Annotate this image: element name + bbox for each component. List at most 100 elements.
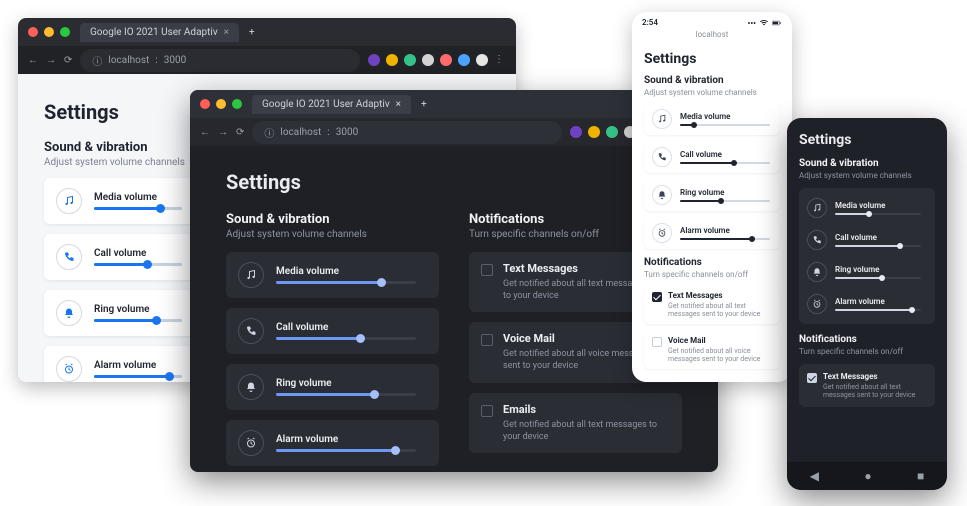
browser-tab[interactable]: Google IO 2021 User Adaptiv × — [80, 23, 239, 42]
notification-row: Emails Get notified about all text messa… — [469, 393, 682, 453]
reload-button[interactable]: ⟳ — [236, 127, 244, 138]
back-button[interactable]: ← — [200, 127, 210, 138]
new-tab-button[interactable]: + — [421, 99, 427, 110]
volume-slider[interactable] — [276, 449, 416, 452]
menu-icon[interactable]: ⋮ — [494, 54, 506, 66]
nav-home-button[interactable]: ● — [864, 469, 871, 483]
volume-slider[interactable] — [94, 263, 182, 266]
section-title-sound: Sound & vibration — [226, 212, 439, 227]
notification-desc: Get notified about all text messages sen… — [668, 302, 772, 318]
music-note-icon — [807, 198, 827, 218]
volume-label: Media volume — [276, 266, 416, 277]
extension-icon[interactable] — [570, 126, 582, 138]
volume-slider[interactable] — [680, 162, 770, 164]
volume-slider[interactable] — [835, 309, 921, 311]
volume-row: Ring volume — [226, 364, 439, 410]
signal-icon: ••• — [747, 19, 756, 28]
volume-label: Call volume — [835, 233, 921, 242]
volume-label: Call volume — [680, 150, 770, 159]
minimize-window-icon[interactable] — [44, 27, 54, 37]
new-tab-button[interactable]: + — [249, 27, 255, 38]
notification-checkbox[interactable] — [807, 373, 817, 383]
url-host: localhost — [108, 55, 149, 66]
notification-checkbox[interactable] — [481, 264, 493, 276]
close-window-icon[interactable] — [200, 99, 210, 109]
close-window-icon[interactable] — [28, 27, 38, 37]
volume-label: Ring volume — [94, 304, 182, 315]
volume-slider[interactable] — [680, 124, 770, 126]
maximize-window-icon[interactable] — [60, 27, 70, 37]
extension-icon[interactable] — [588, 126, 600, 138]
notification-row: Text Messages Get notified about all tex… — [644, 285, 780, 324]
close-tab-icon[interactable]: × — [224, 27, 229, 38]
volume-slider[interactable] — [276, 281, 416, 284]
volume-row: Ring volume — [799, 256, 935, 288]
address-bar[interactable]: ⓘ localhost:3000 — [252, 121, 562, 144]
volume-row: Alarm volume — [799, 288, 935, 320]
extension-icon[interactable] — [404, 54, 416, 66]
volume-slider[interactable] — [94, 375, 182, 378]
volume-row: Call volume — [226, 308, 439, 354]
nav-back-button[interactable]: ◀ — [810, 469, 819, 483]
site-info-icon[interactable]: ⓘ — [264, 125, 274, 140]
volume-slider[interactable] — [94, 207, 182, 210]
window-controls[interactable] — [28, 27, 70, 37]
battery-icon — [772, 18, 782, 28]
bell-icon — [56, 300, 82, 326]
notification-checkbox[interactable] — [481, 334, 493, 346]
url-port: 3000 — [336, 127, 358, 138]
browser-tab[interactable]: Google IO 2021 User Adaptiv × — [252, 95, 411, 114]
volume-slider[interactable] — [835, 277, 921, 279]
volume-slider[interactable] — [94, 319, 182, 322]
address-bar[interactable]: ⓘ localhost:3000 — [80, 49, 360, 72]
volume-label: Ring volume — [680, 188, 770, 197]
volume-label: Call volume — [94, 248, 182, 259]
music-note-icon — [652, 109, 672, 129]
volume-label: Alarm volume — [680, 226, 770, 235]
nav-recents-button[interactable]: ■ — [917, 469, 924, 483]
section-subtitle-sound: Adjust system volume channels — [644, 88, 780, 97]
status-bar: 2:54 ••• — [632, 12, 792, 28]
extension-icon[interactable] — [386, 54, 398, 66]
volume-slider[interactable] — [835, 245, 921, 247]
mobile-url: localhost — [632, 28, 792, 45]
url-sep: : — [155, 55, 157, 66]
window-controls[interactable] — [200, 99, 242, 109]
extension-icon[interactable] — [422, 54, 434, 66]
extension-icon[interactable] — [440, 54, 452, 66]
notification-title: Text Messages — [823, 372, 927, 381]
close-tab-icon[interactable]: × — [396, 99, 401, 110]
extension-icon[interactable] — [458, 54, 470, 66]
volume-slider[interactable] — [680, 238, 770, 240]
forward-button[interactable]: → — [218, 127, 228, 138]
section-subtitle-notifications: Turn specific channels on/off — [799, 347, 935, 356]
notification-title: Text Messages — [668, 291, 772, 300]
notification-checkbox[interactable] — [652, 337, 662, 347]
volume-slider[interactable] — [680, 200, 770, 202]
phone-icon — [652, 147, 672, 167]
back-button[interactable]: ← — [28, 55, 38, 66]
notification-title: Voice Mail — [668, 336, 772, 345]
bell-icon — [652, 185, 672, 205]
extensions-area: ⋮ — [368, 54, 506, 66]
reload-button[interactable]: ⟳ — [64, 55, 72, 66]
volume-slider[interactable] — [276, 393, 416, 396]
extension-icon[interactable] — [368, 54, 380, 66]
alarm-icon — [56, 356, 82, 382]
extension-icon[interactable] — [606, 126, 618, 138]
notification-checkbox[interactable] — [652, 292, 662, 302]
maximize-window-icon[interactable] — [232, 99, 242, 109]
volume-label: Ring volume — [835, 265, 921, 274]
notification-row: Text Messages Get notified about all tex… — [799, 364, 935, 407]
tab-title: Google IO 2021 User Adaptiv — [90, 27, 218, 38]
forward-button[interactable]: → — [46, 55, 56, 66]
minimize-window-icon[interactable] — [216, 99, 226, 109]
volume-slider[interactable] — [835, 213, 921, 215]
page-title: Settings — [644, 51, 780, 67]
tab-title: Google IO 2021 User Adaptiv — [262, 99, 390, 110]
notification-checkbox[interactable] — [481, 405, 493, 417]
site-info-icon[interactable]: ⓘ — [92, 53, 102, 68]
volume-slider[interactable] — [276, 337, 416, 340]
extension-icon[interactable] — [476, 54, 488, 66]
volume-row: Alarm volume — [44, 346, 214, 382]
